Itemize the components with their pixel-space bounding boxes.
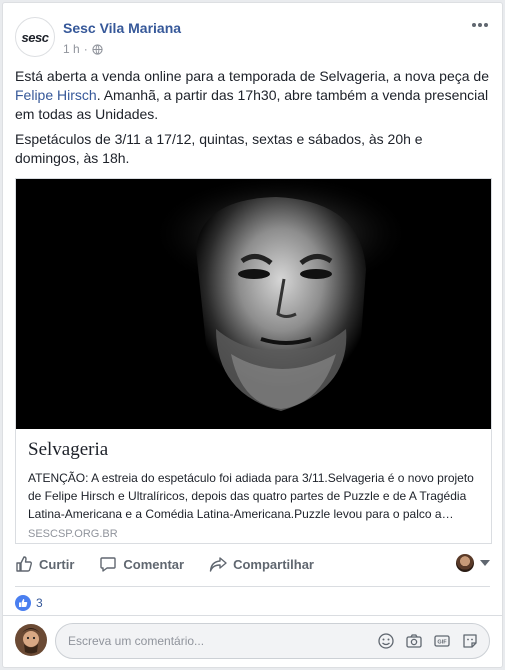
sticker-icon[interactable] (461, 632, 479, 650)
page-avatar-logo: sesc (21, 29, 49, 45)
felipe-hirsch-link[interactable]: Felipe Hirsch (15, 87, 97, 103)
more-options-icon[interactable] (470, 19, 490, 31)
current-user-avatar-small (456, 554, 474, 572)
post-text: Está aberta a venda online para a tempor… (15, 67, 490, 174)
post-timestamp[interactable]: 1 h (63, 42, 80, 56)
link-preview-description: ATENÇÃO: A estreia do espetáculo foi adi… (28, 471, 474, 521)
portrait-image (16, 179, 491, 429)
comment-label: Comentar (123, 556, 185, 572)
camera-icon[interactable] (405, 632, 423, 650)
comment-input-wrapper[interactable]: GIF (55, 623, 490, 659)
like-reaction-icon (15, 595, 31, 611)
share-button[interactable]: Compartilhar (209, 555, 314, 573)
post-paragraph-2: Espetáculos de 3/11 a 17/12, quintas, se… (15, 131, 423, 166)
caret-down-icon (480, 560, 490, 566)
current-user-avatar[interactable] (15, 624, 47, 656)
comment-tools: GIF (377, 632, 479, 650)
post-actions: Curtir Comentar Compartilhar (15, 550, 490, 578)
divider (3, 615, 502, 616)
page-avatar[interactable]: sesc (15, 17, 55, 57)
link-preview-image[interactable] (16, 179, 491, 429)
meta-separator: · (83, 42, 88, 56)
gif-icon[interactable]: GIF (433, 632, 451, 650)
like-label: Curtir (39, 556, 75, 572)
share-label: Compartilhar (233, 556, 314, 572)
link-preview-body: Selvageria ATENÇÃO: A estreia do espetác… (16, 429, 491, 550)
svg-text:GIF: GIF (437, 640, 447, 646)
post-header: sesc Sesc Vila Mariana 1 h · (15, 15, 490, 59)
comment-input[interactable] (68, 634, 368, 648)
page-name-link[interactable]: Sesc Vila Mariana (63, 20, 181, 36)
link-preview-card[interactable]: Selvageria ATENÇÃO: A estreia do espetác… (15, 178, 492, 544)
comment-button[interactable]: Comentar (99, 555, 184, 573)
divider (15, 586, 490, 587)
comment-icon (100, 557, 117, 572)
paragraph-1-text: Está aberta a venda online para a tempor… (15, 68, 489, 84)
reactions-summary[interactable]: 3 (15, 595, 43, 611)
post-card: sesc Sesc Vila Mariana 1 h · Está aberta… (2, 2, 503, 668)
comment-composer: GIF (15, 623, 490, 659)
link-preview-domain: SESCSP.ORG.BR (28, 528, 118, 540)
share-icon (209, 557, 227, 572)
globe-icon (92, 43, 103, 55)
emoji-icon[interactable] (377, 632, 395, 650)
reaction-count: 3 (36, 596, 43, 610)
post-meta: 1 h · (63, 42, 103, 56)
like-button[interactable]: Curtir (15, 555, 74, 573)
post-paragraph-1: Está aberta a venda online para a tempor… (15, 67, 490, 124)
audience-selector[interactable] (456, 554, 490, 572)
like-icon (16, 556, 32, 572)
link-preview-title[interactable]: Selvageria (28, 439, 479, 461)
